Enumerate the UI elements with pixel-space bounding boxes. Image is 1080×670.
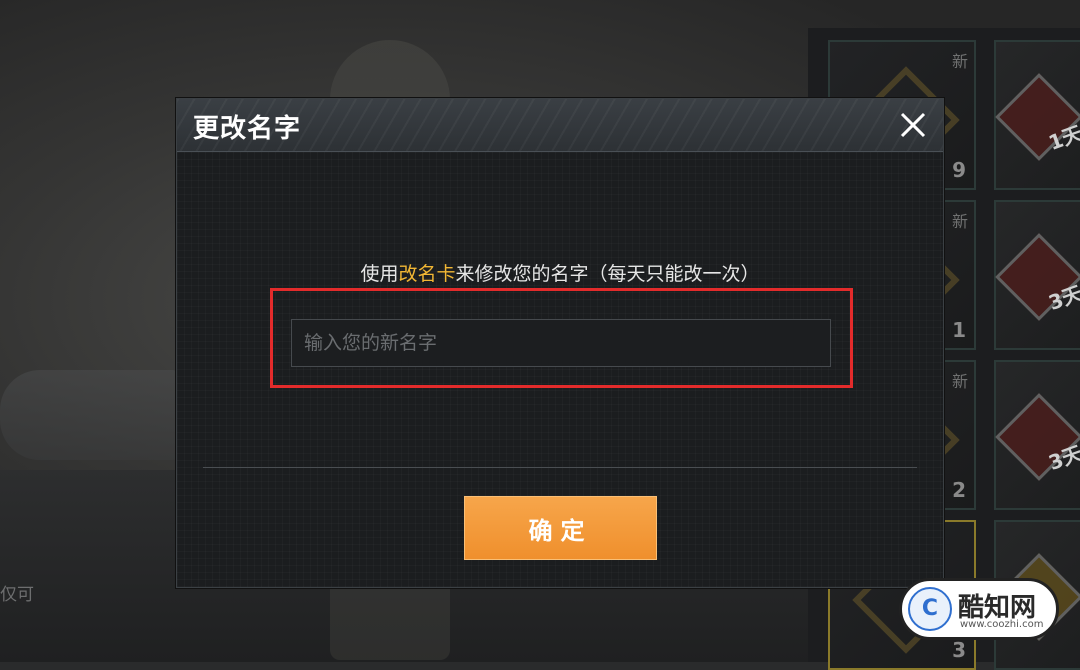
item-count: 9 [952, 158, 966, 182]
new-name-input[interactable] [291, 319, 831, 367]
close-icon [900, 112, 926, 138]
dialog-title: 更改名字 [193, 114, 302, 144]
instruction-suffix: 来修改您的名字（每天只能改一次） [455, 263, 760, 285]
rename-dialog: 更改名字 使用改名卡来修改您的名字（每天只能改一次） 确定 [176, 98, 944, 588]
new-badge: 新 [951, 372, 968, 391]
new-badge: 新 [951, 212, 968, 231]
close-button[interactable] [897, 109, 929, 141]
inventory-slot-exp[interactable]: 3天 [994, 200, 1080, 350]
watermark-c-icon: C [908, 587, 952, 631]
background-caption: 仅可 [0, 585, 34, 605]
watermark-logo: C 酷知网 www.coozhi.com [899, 578, 1059, 640]
item-count: 2 [952, 478, 966, 502]
airplane-silhouette [0, 370, 180, 460]
watermark-url: www.coozhi.com [960, 619, 1044, 630]
divider [203, 467, 917, 468]
inventory-slot-exp[interactable]: 1天 [994, 40, 1080, 190]
inventory-slot-exp[interactable]: 3天 [994, 360, 1080, 510]
item-count: 1 [952, 318, 966, 342]
instruction-text: 使用改名卡来修改您的名字（每天只能改一次） [177, 259, 943, 286]
instruction-prefix: 使用 [360, 263, 399, 285]
dialog-header: 更改名字 [177, 99, 943, 152]
item-count: 3 [952, 638, 966, 662]
new-badge: 新 [951, 52, 968, 71]
rename-card-link: 改名卡 [398, 263, 456, 285]
confirm-button[interactable]: 确定 [464, 496, 657, 560]
